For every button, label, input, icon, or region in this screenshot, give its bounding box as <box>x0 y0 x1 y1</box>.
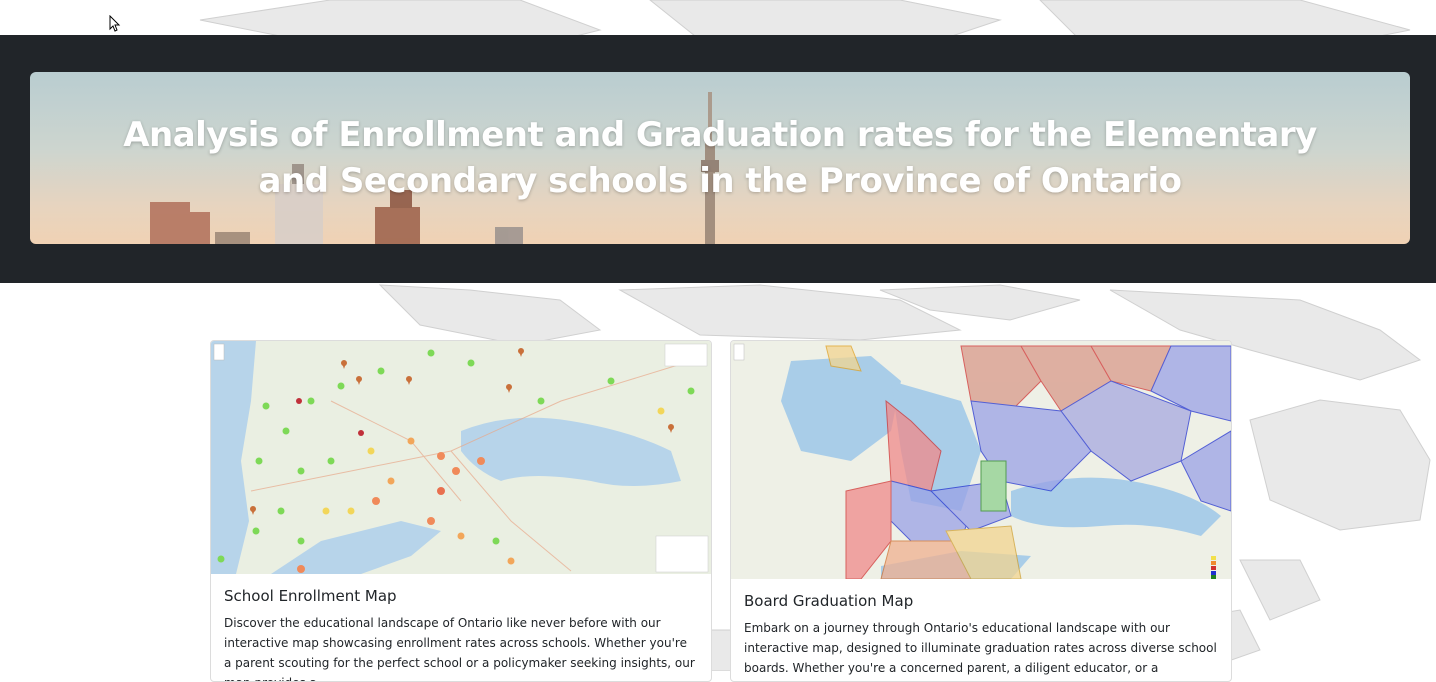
hero-image-card: Analysis of Enrollment and Graduation ra… <box>30 72 1410 244</box>
mouse-cursor-icon <box>109 15 121 32</box>
board-graduation-map-image[interactable] <box>731 341 1231 579</box>
school-enrollment-card[interactable]: School Enrollment Map Discover the educa… <box>210 340 712 682</box>
card-text: Embark on a journey through Ontario's ed… <box>744 621 1217 675</box>
card-text: Discover the educational landscape of On… <box>224 616 695 681</box>
card-title: School Enrollment Map <box>224 587 397 605</box>
page-title: Analysis of Enrollment and Graduation ra… <box>123 115 1317 201</box>
board-graduation-card[interactable]: Board Graduation Map Embark on a journey… <box>730 340 1232 682</box>
school-enrollment-map-image[interactable] <box>211 341 711 574</box>
card-body: Board Graduation Map Embark on a journey… <box>744 592 1218 681</box>
card-title: Board Graduation Map <box>744 592 914 610</box>
card-body: School Enrollment Map Discover the educa… <box>224 587 698 681</box>
hero-banner: Analysis of Enrollment and Graduation ra… <box>0 35 1436 283</box>
